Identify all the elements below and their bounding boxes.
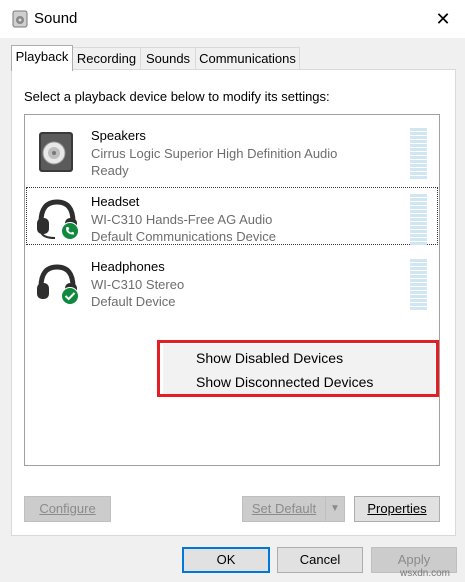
volume-meter: [410, 259, 427, 311]
volume-meter: [410, 128, 427, 180]
watermark-text: wsxdn.com: [400, 568, 451, 579]
set-default-label: Set Default: [251, 501, 317, 516]
set-default-button[interactable]: Set Default: [242, 496, 326, 522]
highlight-box: [157, 340, 439, 397]
set-default-dropdown-button[interactable]: ▼: [325, 496, 345, 522]
instruction-text: Select a playback device below to modify…: [24, 89, 330, 104]
device-name: Headset: [91, 194, 140, 209]
tab-recording[interactable]: Recording: [72, 47, 141, 70]
ok-button[interactable]: OK: [182, 547, 270, 573]
properties-button[interactable]: Properties: [354, 496, 440, 522]
device-item-headset[interactable]: Headset WI-C310 Hands-Free AG Audio Defa…: [25, 186, 439, 246]
device-status: Ready: [91, 163, 129, 178]
cancel-button[interactable]: Cancel: [277, 547, 363, 573]
properties-label: Properties: [367, 501, 427, 516]
device-status: Default Communications Device: [91, 229, 276, 244]
device-description: WI-C310 Hands-Free AG Audio: [91, 212, 273, 227]
configure-button[interactable]: Configure: [24, 496, 111, 522]
window-title: Sound: [34, 10, 78, 27]
speaker-icon: [33, 128, 81, 176]
device-list[interactable]: Speakers Cirrus Logic Superior High Defi…: [24, 114, 440, 466]
device-name: Headphones: [91, 259, 165, 274]
tab-sounds[interactable]: Sounds: [140, 47, 196, 70]
device-item-speakers[interactable]: Speakers Cirrus Logic Superior High Defi…: [25, 120, 439, 180]
tab-communications[interactable]: Communications: [195, 47, 300, 70]
close-button[interactable]: ✕: [428, 6, 458, 32]
volume-meter: [410, 194, 427, 246]
device-item-headphones[interactable]: Headphones WI-C310 Stereo Default Device: [25, 251, 439, 311]
phone-badge-icon: [61, 222, 79, 240]
device-description: Cirrus Logic Superior High Definition Au…: [91, 146, 338, 161]
device-status: Default Device: [91, 294, 176, 309]
title-bar: Sound ✕: [0, 0, 465, 38]
device-name: Speakers: [91, 128, 146, 143]
tab-playback[interactable]: Playback: [11, 45, 73, 71]
chevron-down-icon: ▼: [330, 503, 340, 514]
check-badge-icon: [61, 287, 79, 305]
device-description: WI-C310 Stereo: [91, 277, 185, 292]
speaker-app-icon: [12, 10, 28, 28]
